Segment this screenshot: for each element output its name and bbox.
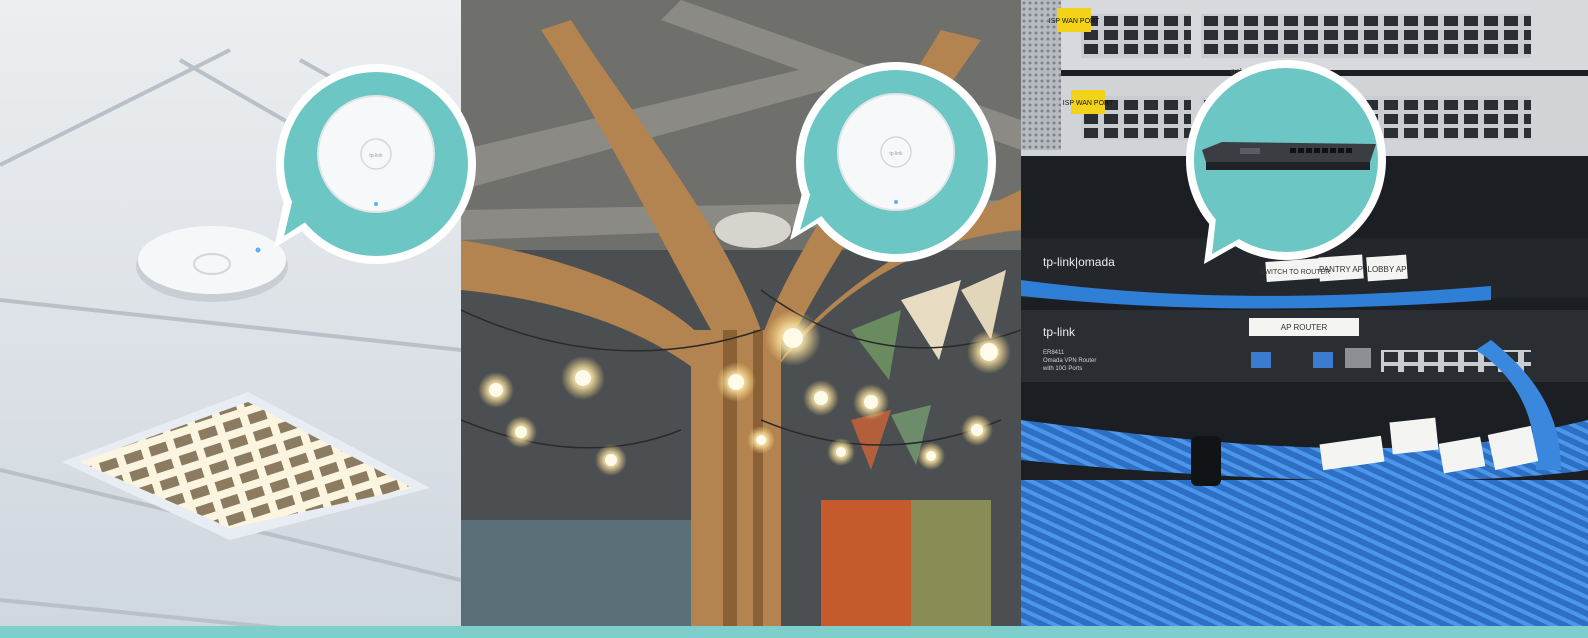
- status-led: [374, 202, 378, 206]
- status-led: [894, 200, 898, 204]
- tag-pantry: PANTRY AP: [1319, 265, 1363, 274]
- isp-port-tag-2: ISP WAN PORT: [1063, 100, 1114, 107]
- omada-brand: tp-link|omada: [1043, 255, 1115, 269]
- tag-lobby: LOBBY AP: [1368, 265, 1407, 274]
- ap-badge-2: tp-link: [889, 151, 903, 157]
- bottom-accent-strip: [0, 626, 1588, 638]
- isp-port-tag-1: ISP WAN PORT: [1049, 18, 1100, 25]
- rackmount-router-device: [1202, 142, 1376, 170]
- tplink-brand: tp-link: [1043, 325, 1076, 339]
- tag-router: AP ROUTER: [1281, 323, 1328, 332]
- router-callout: [1180, 58, 1394, 264]
- access-point-callout-1: tp-link: [268, 62, 482, 268]
- router-desc-2: with 10G Ports: [1042, 366, 1082, 372]
- ap-badge-1: tp-link: [369, 153, 383, 159]
- router-desc-1: Omada VPN Router: [1043, 358, 1096, 364]
- access-point-callout-2: tp-link: [788, 60, 1002, 266]
- router-model: ER8411: [1043, 350, 1065, 356]
